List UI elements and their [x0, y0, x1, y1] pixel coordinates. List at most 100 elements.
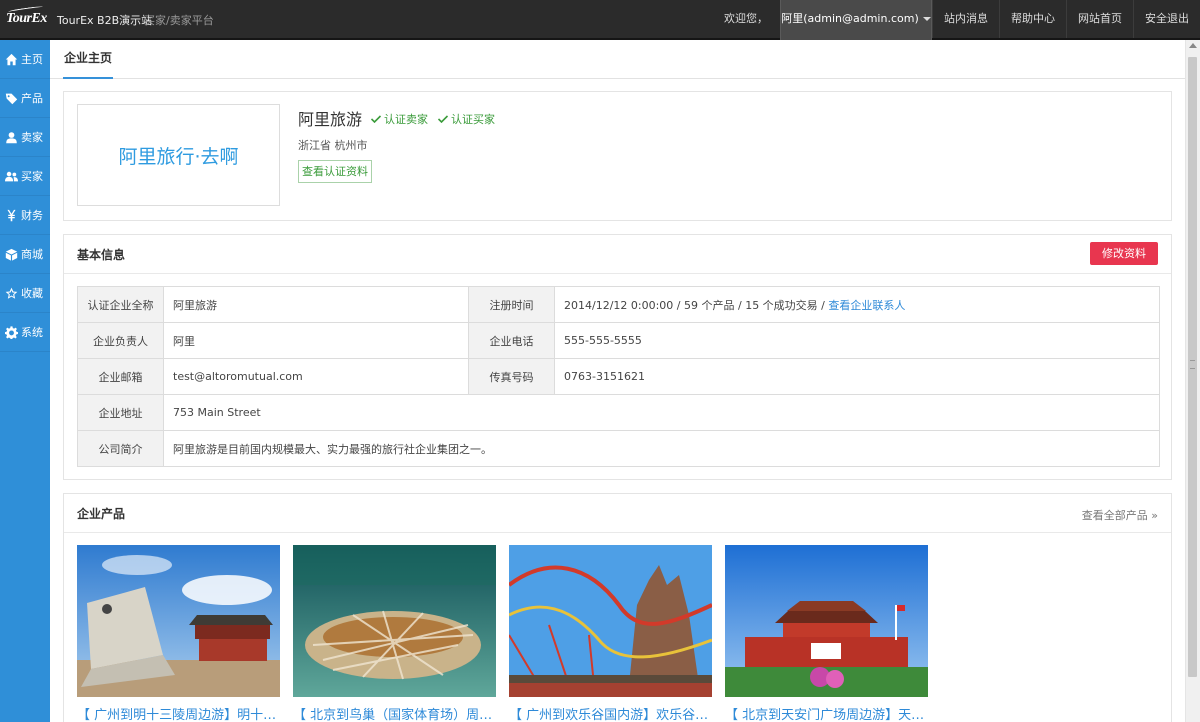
sidebar-item-label: 主页 — [21, 53, 43, 66]
product-item[interactable]: 【 北京到鸟巢（国家体育场）周边游】 — [293, 545, 496, 722]
sidebar-item-seller[interactable]: 卖家 — [0, 118, 50, 157]
sidebar-item-home[interactable]: 主页 — [0, 40, 50, 79]
product-item[interactable]: 【 广州到欢乐谷国内游】欢乐谷一日游 — [509, 545, 712, 722]
field-label: 企业负责人 — [77, 322, 164, 359]
sidebar-item-label: 产品 — [21, 92, 43, 105]
user-icon — [6, 131, 17, 143]
users-icon — [5, 171, 18, 181]
view-contacts-link[interactable]: 查看企业联系人 — [828, 299, 905, 312]
nav-site-home[interactable]: 网站首页 — [1066, 0, 1133, 38]
badge-label: 认证卖家 — [384, 113, 428, 126]
welcome-text: 欢迎您， — [724, 12, 768, 25]
star-icon — [5, 287, 18, 299]
certified-buyer-badge: 认证买家 — [437, 111, 495, 127]
fax-value: 0763-3151621 — [554, 358, 1160, 395]
field-label: 注册时间 — [468, 286, 555, 323]
caret-down-icon — [922, 17, 931, 21]
site-subtitle: 买家/卖家平台 — [144, 14, 214, 27]
table-row: 企业负责人 阿里 企业电话 555-555-5555 — [77, 322, 1160, 359]
tab-company-home[interactable]: 企业主页 — [63, 40, 114, 79]
tag-icon — [5, 93, 18, 104]
sidebar-item-label: 卖家 — [21, 131, 43, 144]
products-panel: 企业产品 查看全部产品 » 【 广州到明十三陵周边游】明十三 【 北京到鸟巢（国… — [63, 493, 1172, 722]
table-row: 认证企业全称 阿里旅游 注册时间 2014/12/12 0:00:00 / 59… — [77, 286, 1160, 323]
box-icon — [5, 248, 18, 261]
product-image[interactable] — [509, 545, 712, 697]
sidebar-item-finance[interactable]: 财务 — [0, 196, 50, 235]
table-row: 公司简介 阿里旅游是目前国内规模最大、实力最强的旅行社企业集团之一。 — [77, 430, 1160, 467]
field-label: 企业电话 — [468, 322, 555, 359]
company-logo: 阿里旅行·去啊 — [77, 104, 280, 206]
site-name: TourEx B2B演示站 — [57, 14, 153, 27]
sidebar-item-mall[interactable]: 商城 — [0, 235, 50, 274]
panel-title: 企业产品 — [77, 507, 126, 521]
certification-badges: 认证卖家 认证买家 — [370, 111, 495, 127]
sidebar-item-label: 系统 — [21, 326, 43, 339]
top-bar: TourEx TourEx B2B演示站 买家/卖家平台 欢迎您， 阿里(adm… — [0, 0, 1200, 40]
field-label: 公司简介 — [77, 430, 164, 467]
sidebar-item-products[interactable]: 产品 — [0, 79, 50, 118]
nav-help-center[interactable]: 帮助中心 — [999, 0, 1066, 38]
table-row: 企业地址 753 Main Street — [77, 394, 1160, 431]
company-name: 阿里旅游 — [298, 110, 363, 129]
scrollbar[interactable] — [1185, 40, 1200, 722]
phone-value: 555-555-5555 — [554, 322, 1160, 359]
gear-icon — [5, 325, 18, 339]
user-menu-button[interactable]: 阿里(admin@admin.com) — [780, 0, 932, 40]
scroll-up-arrow-icon[interactable] — [1189, 43, 1197, 48]
grip-icon — [1190, 360, 1195, 369]
reg-time-cell: 2014/12/12 0:00:00 / 59 个产品 / 15 个成功交易 /… — [554, 286, 1160, 323]
top-nav: 欢迎您， 阿里(admin@admin.com) 站内消息 帮助中心 网站首页 … — [712, 0, 1200, 40]
tab-bar: 企业主页 — [50, 40, 1186, 79]
email-value: test@altoromutual.com — [163, 358, 469, 395]
full-name-value: 阿里旅游 — [163, 286, 469, 323]
double-chevron-right-icon: » — [1151, 509, 1158, 522]
sidebar-item-system[interactable]: 系统 — [0, 313, 50, 352]
basic-info-panel: 基本信息 修改资料 认证企业全称 阿里旅游 注册时间 2014/12/12 0:… — [63, 234, 1172, 480]
sidebar-item-label: 财务 — [21, 209, 43, 222]
sidebar-item-favorites[interactable]: 收藏 — [0, 274, 50, 313]
field-label: 企业邮箱 — [77, 358, 164, 395]
field-label: 认证企业全称 — [77, 286, 164, 323]
intro-value: 阿里旅游是目前国内规模最大、实力最强的旅行社企业集团之一。 — [163, 430, 1160, 467]
company-card: 阿里旅行·去啊 阿里旅游 认证卖家 认证买家 浙江省 杭州市 查看认证资料 — [63, 91, 1172, 221]
product-image[interactable] — [725, 545, 928, 697]
product-image[interactable] — [77, 545, 280, 697]
product-name[interactable]: 【 北京到天安门广场周边游】天安门 — [725, 704, 928, 722]
product-name[interactable]: 【 广州到明十三陵周边游】明十三陵一日游 — [77, 704, 280, 722]
site-logo[interactable]: TourEx — [6, 11, 47, 27]
main-content: 企业主页 阿里旅行·去啊 阿里旅游 认证卖家 认证买家 浙江省 杭州市 查看认证… — [50, 40, 1186, 722]
panel-header: 基本信息 修改资料 — [64, 235, 1171, 274]
address-value: 753 Main Street — [163, 394, 1160, 431]
badge-label: 认证买家 — [451, 113, 495, 126]
company-location: 浙江省 杭州市 — [298, 139, 368, 152]
yen-icon — [7, 209, 16, 221]
view-all-products-link[interactable]: 查看全部产品 » — [1082, 507, 1158, 523]
reg-time-value: 2014/12/12 0:00:00 / 59 个产品 / 15 个成功交易 / — [564, 298, 825, 312]
sidebar-item-label: 商城 — [21, 248, 43, 261]
product-item[interactable]: 【 广州到明十三陵周边游】明十三陵一日游 — [77, 545, 280, 722]
nav-messages[interactable]: 站内消息 — [932, 0, 999, 38]
product-name[interactable]: 【 广州到欢乐谷国内游】欢乐谷一日游 — [509, 704, 712, 722]
owner-value: 阿里 — [163, 322, 469, 359]
nav-logout[interactable]: 安全退出 — [1133, 0, 1200, 38]
sidebar: 主页 产品 卖家 买家 财务 商城 收藏 系统 — [0, 40, 50, 722]
panel-title: 基本信息 — [77, 248, 126, 262]
sidebar-item-buyer[interactable]: 买家 — [0, 157, 50, 196]
check-icon — [437, 115, 449, 124]
field-label: 传真号码 — [468, 358, 555, 395]
sidebar-item-label: 买家 — [21, 170, 43, 183]
check-icon — [370, 115, 382, 124]
product-image[interactable] — [293, 545, 496, 697]
user-name: 阿里(admin@admin.com) — [781, 12, 919, 25]
product-list: 【 广州到明十三陵周边游】明十三陵一日游 【 北京到鸟巢（国家体育场）周边游】 — [77, 545, 928, 722]
product-item[interactable]: 【 北京到天安门广场周边游】天安门 — [725, 545, 928, 722]
table-row: 企业邮箱 test@altoromutual.com 传真号码 0763-315… — [77, 358, 1160, 395]
edit-profile-button[interactable]: 修改资料 — [1090, 242, 1158, 265]
certified-seller-badge: 认证卖家 — [370, 111, 428, 127]
view-certification-button[interactable]: 查看认证资料 — [298, 160, 372, 183]
product-name[interactable]: 【 北京到鸟巢（国家体育场）周边游】 — [293, 704, 496, 722]
panel-header: 企业产品 查看全部产品 » — [64, 494, 1171, 533]
info-table: 认证企业全称 阿里旅游 注册时间 2014/12/12 0:00:00 / 59… — [77, 286, 1160, 467]
home-icon — [5, 53, 18, 65]
